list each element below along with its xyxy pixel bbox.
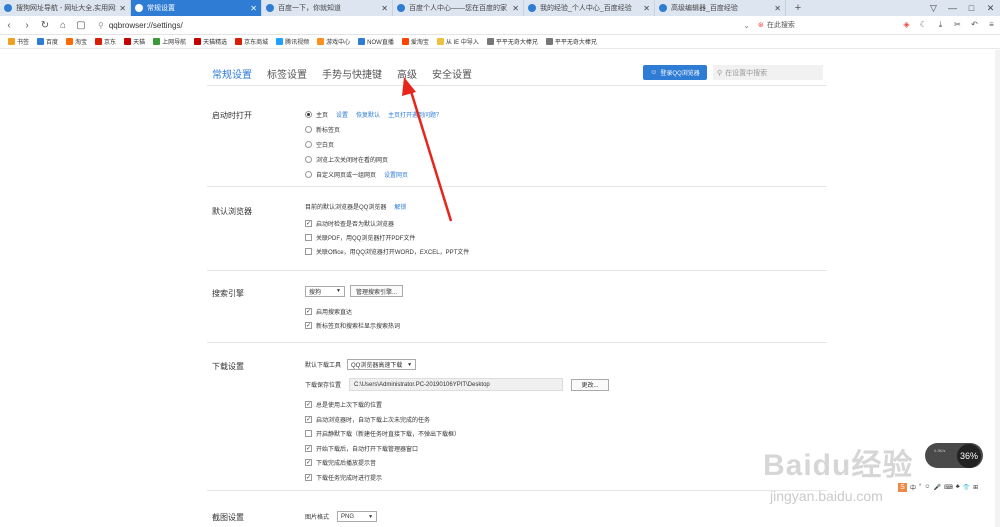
speed-value: 36% (957, 443, 981, 468)
emoji-icon[interactable]: ☺ (924, 484, 930, 490)
mic-icon[interactable]: 🎤 (934, 484, 941, 491)
ime-toolbar: S 中 ° ☺ 🎤 ⌨ ♣ 👕 ⊞ (898, 481, 1000, 493)
speed-label: 0.3K/s (934, 448, 946, 453)
annotation-arrow-shaft (408, 87, 453, 222)
speed-badge[interactable]: 0.3K/s 36% (925, 443, 983, 468)
punctuation-icon[interactable]: ° (919, 484, 921, 490)
watermark-brand: Baidu经验 (763, 449, 914, 482)
skin-icon[interactable]: 👕 (963, 484, 970, 491)
annotation-arrow-head (402, 77, 416, 96)
grid-icon[interactable]: ⊞ (973, 484, 978, 491)
ime-mode-icon[interactable]: 中 (910, 483, 916, 492)
watermark-url: jingyan.baidu.com (770, 488, 883, 504)
sogou-ime-icon[interactable]: S (898, 482, 907, 492)
keyboard-icon[interactable]: ⌨ (944, 484, 953, 491)
tools-icon[interactable]: ♣ (956, 484, 960, 490)
